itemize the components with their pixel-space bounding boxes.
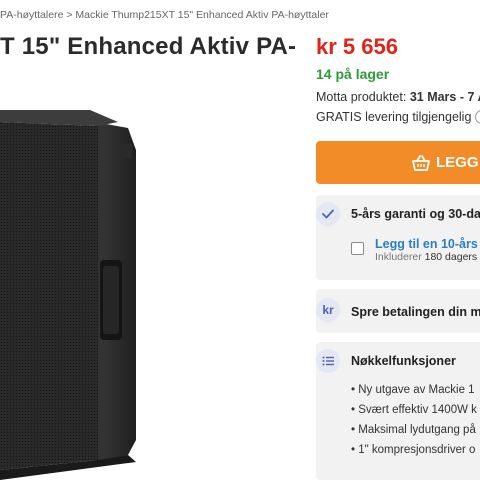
feature-item-text: Maksimal lydutgang på — [358, 424, 476, 436]
payment-title: Spre betalingen din m — [351, 305, 480, 319]
list-icon — [316, 349, 340, 373]
warranty-title: 5-års garanti og 30-dag — [351, 207, 480, 221]
feature-item: • Ny utgave av Mackie 1 — [351, 384, 475, 396]
breadcrumb: PA-høyttalere > Mackie Thump215XT 15" En… — [0, 9, 329, 21]
breadcrumb-item-product[interactable]: Mackie Thump215XT 15" Enhanced Aktiv PA-… — [75, 9, 329, 21]
basket-icon — [412, 154, 430, 171]
feature-item: • 1" kompresjonsdriver o — [351, 444, 476, 456]
product-title: T 15" Enhanced Aktiv PA- — [0, 33, 297, 60]
feature-item: • Maksimal lydutgang på — [351, 424, 476, 436]
add-to-cart-button[interactable]: LEGG — [316, 141, 480, 184]
stock-status: 14 på lager — [316, 66, 390, 82]
delivery-label: Motta produktet: — [316, 90, 410, 104]
extended-warranty-subtext: Inkluderer 180 dagers — [375, 251, 477, 263]
extended-warranty-sub-prefix: Inkluderer — [375, 251, 422, 263]
extended-warranty-link[interactable]: Legg til en 10-års — [375, 237, 478, 251]
price: kr 5 656 — [316, 34, 398, 59]
currency-icon: kr — [316, 298, 340, 322]
add-to-cart-label: LEGG — [436, 154, 479, 171]
feature-item-text: Svært effektiv 1400W k — [358, 404, 477, 416]
info-icon[interactable]: i — [475, 110, 480, 124]
product-image[interactable] — [0, 110, 165, 480]
feature-item-text: 1" kompresjonsdriver o — [358, 444, 476, 456]
feature-item: • Svært effektiv 1400W k — [351, 404, 477, 416]
shipping-text: GRATIS levering tilgjengelig — [316, 110, 472, 124]
features-title: Nøkkelfunksjoner — [351, 354, 456, 368]
extended-warranty-sub-value: 180 dagers — [424, 251, 478, 263]
breadcrumb-separator: > — [66, 9, 73, 21]
feature-item-text: Ny utgave av Mackie 1 — [358, 384, 475, 396]
extended-warranty-checkbox[interactable] — [351, 242, 364, 255]
currency-icon-text: kr — [322, 303, 334, 317]
shipping-info: GRATIS levering tilgjengelig i — [316, 110, 480, 124]
delivery-dates: 31 Mars - 7 A — [409, 90, 480, 104]
breadcrumb-item-category[interactable]: PA-høyttalere — [0, 9, 63, 21]
check-icon — [316, 202, 340, 226]
delivery-estimate: Motta produktet: 31 Mars - 7 A — [316, 90, 480, 104]
speaker-image — [0, 110, 136, 480]
